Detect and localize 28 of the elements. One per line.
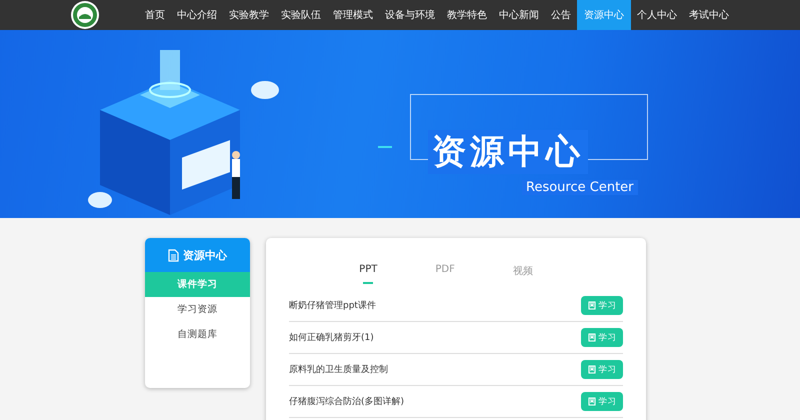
- accent-line: [378, 146, 392, 148]
- nav-link[interactable]: 教学特色: [441, 0, 493, 30]
- sidebar-item[interactable]: 自测题库: [145, 322, 250, 347]
- nav-link[interactable]: 公告: [545, 0, 577, 30]
- school-logo: [69, 0, 101, 30]
- book-icon: [588, 333, 596, 342]
- nav-link[interactable]: 中心介绍: [171, 0, 223, 30]
- resource-title: 断奶仔猪管理ppt课件: [289, 300, 376, 312]
- book-icon: [588, 397, 596, 406]
- resource-title: 原料乳的卫生质量及控制: [289, 364, 388, 376]
- nav-link[interactable]: 设备与环境: [379, 0, 441, 30]
- nav-link[interactable]: 实验教学: [223, 0, 275, 30]
- book-icon: [588, 301, 596, 310]
- resource-title: 仔猪腹泻综合防治(多图详解): [289, 396, 404, 408]
- sidebar-item[interactable]: 学习资源: [145, 297, 250, 322]
- resource-title: 如何正确乳猪剪牙(1): [289, 332, 374, 344]
- banner-subtitle: Resource Center: [522, 180, 638, 195]
- nav-link[interactable]: 管理模式: [327, 0, 379, 30]
- nav-link[interactable]: 个人中心: [631, 0, 683, 30]
- banner-title: 资源中心: [428, 130, 588, 174]
- sidebar-title: 资源中心: [183, 248, 227, 262]
- nav-link[interactable]: 实验队伍: [275, 0, 327, 30]
- tab[interactable]: PPT: [359, 264, 378, 284]
- nav-link[interactable]: 首页: [139, 0, 171, 30]
- nav-link[interactable]: 中心新闻: [493, 0, 545, 30]
- nav-link[interactable]: 考试中心: [683, 0, 735, 30]
- book-icon: [588, 365, 596, 374]
- document-icon: [168, 248, 179, 262]
